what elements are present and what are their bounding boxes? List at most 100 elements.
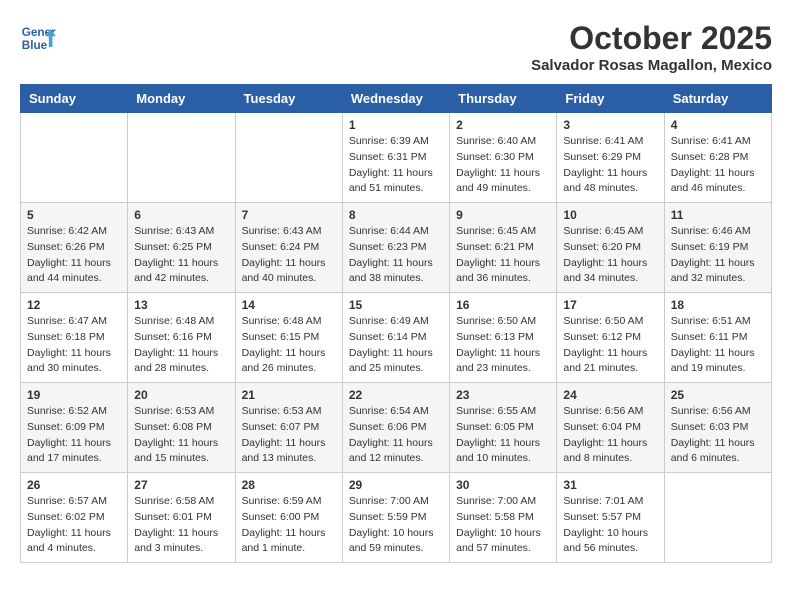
day-number: 22 xyxy=(349,388,443,402)
day-info-line: Daylight: 11 hours xyxy=(134,346,228,362)
day-info-line: Sunrise: 6:47 AM xyxy=(27,314,121,330)
day-info-line: Sunrise: 6:56 AM xyxy=(563,404,657,420)
calendar-table: SundayMondayTuesdayWednesdayThursdayFrid… xyxy=(20,84,772,563)
day-info-line: Sunrise: 6:50 AM xyxy=(563,314,657,330)
day-info-line: Sunset: 6:04 PM xyxy=(563,420,657,436)
day-info-line: Daylight: 11 hours xyxy=(563,166,657,182)
day-number: 29 xyxy=(349,478,443,492)
day-info-line: and 38 minutes. xyxy=(349,271,443,287)
day-info-line: Sunset: 6:06 PM xyxy=(349,420,443,436)
day-cell: 27Sunrise: 6:58 AMSunset: 6:01 PMDayligh… xyxy=(128,473,235,563)
day-info: Sunrise: 6:54 AMSunset: 6:06 PMDaylight:… xyxy=(349,404,443,467)
day-info-line: Sunrise: 6:57 AM xyxy=(27,494,121,510)
week-row-2: 5Sunrise: 6:42 AMSunset: 6:26 PMDaylight… xyxy=(21,203,772,293)
weekday-header-friday: Friday xyxy=(557,85,664,113)
day-info-line: Daylight: 10 hours xyxy=(563,526,657,542)
day-cell: 19Sunrise: 6:52 AMSunset: 6:09 PMDayligh… xyxy=(21,383,128,473)
day-cell: 7Sunrise: 6:43 AMSunset: 6:24 PMDaylight… xyxy=(235,203,342,293)
week-row-3: 12 Sunrise: 6:47 AMSunset: 6:18 PMDayligh… xyxy=(21,293,772,383)
day-info-line: Sunset: 6:31 PM xyxy=(349,150,443,166)
day-cell: 14Sunrise: 6:48 AMSunset: 6:15 PMDayligh… xyxy=(235,293,342,383)
day-info-line: Sunset: 6:20 PM xyxy=(563,240,657,256)
day-info-line: Sunset: 6:21 PM xyxy=(456,240,550,256)
day-info-line: and 28 minutes. xyxy=(134,361,228,377)
day-info-line: Sunset: 6:26 PM xyxy=(27,240,121,256)
day-info-line: Sunset: 6:28 PM xyxy=(671,150,765,166)
day-number: 1 xyxy=(349,118,443,132)
day-cell: 26Sunrise: 6:57 AMSunset: 6:02 PMDayligh… xyxy=(21,473,128,563)
day-cell: 18Sunrise: 6:51 AMSunset: 6:11 PMDayligh… xyxy=(664,293,771,383)
day-info: Sunrise: 6:40 AMSunset: 6:30 PMDaylight:… xyxy=(456,134,550,197)
day-number: 24 xyxy=(563,388,657,402)
day-number: 13 xyxy=(134,298,228,312)
day-info-line: Sunset: 6:19 PM xyxy=(671,240,765,256)
day-info-line: Sunrise: 6:58 AM xyxy=(134,494,228,510)
day-info: Sunrise: 6:41 AMSunset: 6:29 PMDaylight:… xyxy=(563,134,657,197)
day-number: 16 xyxy=(456,298,550,312)
day-info-line: Sunrise: 6:55 AM xyxy=(456,404,550,420)
location-subtitle: Salvador Rosas Magallon, Mexico xyxy=(531,57,772,74)
day-info-line: Sunrise: 6:42 AM xyxy=(27,224,121,240)
day-cell: 5Sunrise: 6:42 AMSunset: 6:26 PMDaylight… xyxy=(21,203,128,293)
day-info: Sunrise: 6:47 AMSunset: 6:18 PMDaylight:… xyxy=(27,314,121,377)
day-number: 12 xyxy=(27,298,121,312)
day-info-line: and 6 minutes. xyxy=(671,451,765,467)
day-info-line: Daylight: 11 hours xyxy=(134,526,228,542)
day-info-line: Daylight: 11 hours xyxy=(671,436,765,452)
day-info-line: Daylight: 11 hours xyxy=(671,166,765,182)
day-info: Sunrise: 6:45 AMSunset: 6:20 PMDaylight:… xyxy=(563,224,657,287)
day-cell: 17Sunrise: 6:50 AMSunset: 6:12 PMDayligh… xyxy=(557,293,664,383)
day-info-line: Sunset: 6:05 PM xyxy=(456,420,550,436)
day-number: 11 xyxy=(671,208,765,222)
day-info-line: Daylight: 11 hours xyxy=(349,256,443,272)
day-number: 8 xyxy=(349,208,443,222)
day-info-line: Daylight: 10 hours xyxy=(456,526,550,542)
day-info-line: Sunrise: 7:00 AM xyxy=(349,494,443,510)
day-info: Sunrise: 6:53 AMSunset: 6:07 PMDaylight:… xyxy=(242,404,336,467)
weekday-header-wednesday: Wednesday xyxy=(342,85,449,113)
day-cell xyxy=(128,113,235,203)
day-number: 19 xyxy=(27,388,121,402)
day-number: 23 xyxy=(456,388,550,402)
day-info: Sunrise: 6:49 AMSunset: 6:14 PMDaylight:… xyxy=(349,314,443,377)
day-info-line: Daylight: 11 hours xyxy=(242,256,336,272)
day-info-line: Sunrise: 6:41 AM xyxy=(671,134,765,150)
day-info-line: and 42 minutes. xyxy=(134,271,228,287)
day-cell: 29Sunrise: 7:00 AMSunset: 5:59 PMDayligh… xyxy=(342,473,449,563)
day-info-line: Sunset: 6:15 PM xyxy=(242,330,336,346)
day-info: Sunrise: 6:48 AMSunset: 6:15 PMDaylight:… xyxy=(242,314,336,377)
day-info-line: and 13 minutes. xyxy=(242,451,336,467)
day-cell: 3 Sunrise: 6:41 AMSunset: 6:29 PMDaylight… xyxy=(557,113,664,203)
day-info: Sunrise: 6:56 AMSunset: 6:04 PMDaylight:… xyxy=(563,404,657,467)
day-info: Sunrise: 7:00 AMSunset: 5:58 PMDaylight:… xyxy=(456,494,550,557)
day-info-line: and 12 minutes. xyxy=(349,451,443,467)
day-cell: 31Sunrise: 7:01 AMSunset: 5:57 PMDayligh… xyxy=(557,473,664,563)
weekday-header-tuesday: Tuesday xyxy=(235,85,342,113)
day-info-line: Sunrise: 6:45 AM xyxy=(563,224,657,240)
day-info-line: Sunrise: 6:39 AM xyxy=(349,134,443,150)
day-info-line: Daylight: 11 hours xyxy=(242,346,336,362)
day-cell: 2Sunrise: 6:40 AMSunset: 6:30 PMDaylight… xyxy=(450,113,557,203)
day-info-line: and 4 minutes. xyxy=(27,541,121,557)
day-info-line: Daylight: 11 hours xyxy=(456,436,550,452)
day-info-line: Sunrise: 6:48 AM xyxy=(242,314,336,330)
day-info-line: Sunset: 6:07 PM xyxy=(242,420,336,436)
day-number: 4 xyxy=(671,118,765,132)
day-number: 3 xyxy=(563,118,657,132)
day-number: 21 xyxy=(242,388,336,402)
day-info-line: Sunset: 5:57 PM xyxy=(563,510,657,526)
day-number: 25 xyxy=(671,388,765,402)
day-info-line: Sunrise: 6:46 AM xyxy=(671,224,765,240)
day-info-line: Sunset: 5:59 PM xyxy=(349,510,443,526)
day-info-line: Sunrise: 6:53 AM xyxy=(134,404,228,420)
day-number: 30 xyxy=(456,478,550,492)
day-info-line: Sunset: 6:24 PM xyxy=(242,240,336,256)
day-info-line: Sunset: 6:00 PM xyxy=(242,510,336,526)
weekday-header-sunday: Sunday xyxy=(21,85,128,113)
day-info: Sunrise: 6:43 AMSunset: 6:25 PMDaylight:… xyxy=(134,224,228,287)
day-number: 27 xyxy=(134,478,228,492)
day-info-line: Sunrise: 6:52 AM xyxy=(27,404,121,420)
day-number: 10 xyxy=(563,208,657,222)
day-cell: 15Sunrise: 6:49 AMSunset: 6:14 PMDayligh… xyxy=(342,293,449,383)
day-number: 20 xyxy=(134,388,228,402)
